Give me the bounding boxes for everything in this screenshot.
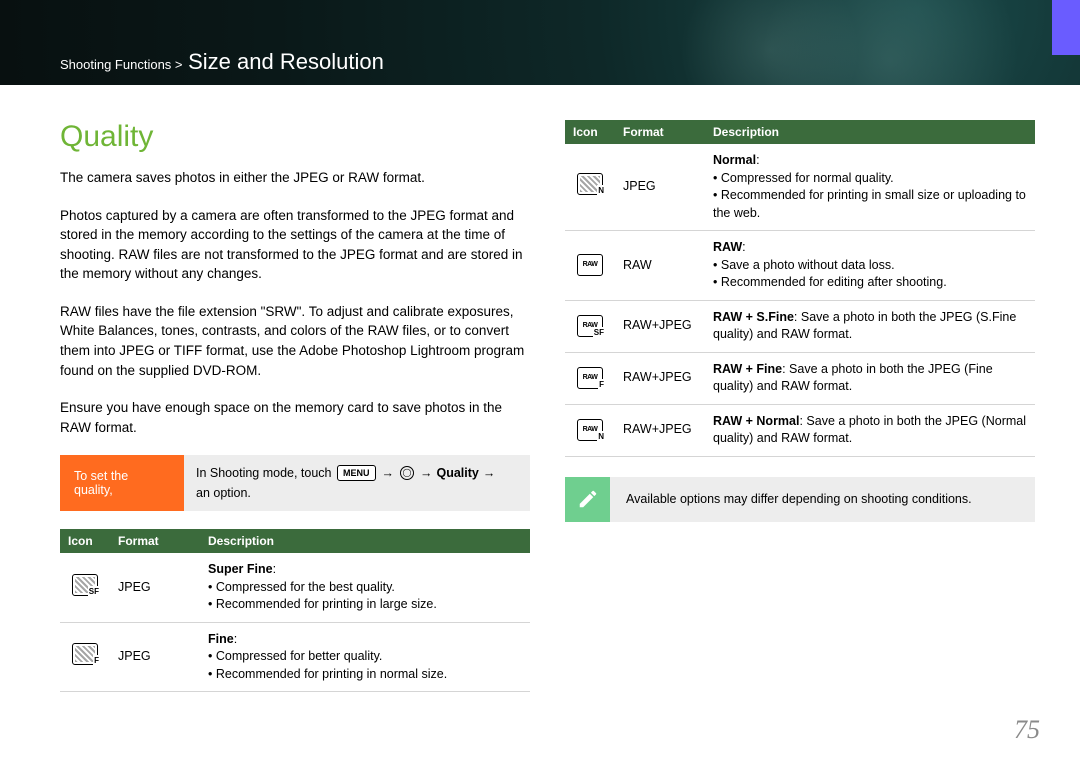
set-box-instructions: In Shooting mode, touch MENU → ◯ → Quali… <box>184 455 530 511</box>
bullet-list: Compressed for the best quality.Recommen… <box>208 579 522 614</box>
icon-cell: RAWN <box>565 404 615 456</box>
breadcrumb-prefix: Shooting Functions > <box>60 57 183 72</box>
format-cell: JPEG <box>615 144 705 231</box>
bullet-item: Compressed for better quality. <box>208 648 522 666</box>
description-cell: RAW + S.Fine: Save a photo in both the J… <box>705 300 1035 352</box>
quality-title: RAW + S.Fine <box>713 310 794 324</box>
format-cell: RAW+JPEG <box>615 352 705 404</box>
format-cell: JPEG <box>110 553 200 622</box>
quality-mode-icon: RAWSF <box>577 315 603 337</box>
icon-cell: RAWSF <box>565 300 615 352</box>
note-box: Available options may differ depending o… <box>565 477 1035 522</box>
pen-icon <box>565 477 610 522</box>
col-header-icon: Icon <box>60 529 110 553</box>
table-row: RAWF RAW+JPEGRAW + Fine: Save a photo in … <box>565 352 1035 404</box>
quality-title: Super Fine <box>208 562 273 576</box>
right-column: Icon Format Description N JPEGNormal:Comp… <box>565 120 1035 692</box>
col-header-format: Format <box>110 529 200 553</box>
icon-cell: N <box>565 144 615 231</box>
col-header-icon: Icon <box>565 120 615 144</box>
format-cell: JPEG <box>110 622 200 692</box>
description-cell: Normal:Compressed for normal quality.Rec… <box>705 144 1035 231</box>
table-row: SF JPEGSuper Fine:Compressed for the best… <box>60 553 530 622</box>
bullet-item: Save a photo without data loss. <box>713 257 1027 275</box>
col-header-description: Description <box>705 120 1035 144</box>
bullet-item: Recommended for printing in normal size. <box>208 666 522 684</box>
bullet-list: Save a photo without data loss.Recommend… <box>713 257 1027 292</box>
instr-suffix: an option. <box>196 484 251 503</box>
quality-title: Normal <box>713 153 756 167</box>
bullet-list: Compressed for better quality.Recommende… <box>208 648 522 683</box>
format-cell: RAW+JPEG <box>615 300 705 352</box>
bullet-list: Compressed for normal quality.Recommende… <box>713 170 1027 223</box>
camera-icon: ◯ <box>400 466 414 480</box>
col-header-format: Format <box>615 120 705 144</box>
quality-mode-icon: RAWN <box>577 419 603 441</box>
arrow-icon: → <box>483 464 496 483</box>
quality-title: RAW <box>713 240 742 254</box>
breadcrumb: Shooting Functions > Size and Resolution <box>60 49 384 75</box>
section-tab <box>1052 0 1080 55</box>
paragraph: Ensure you have enough space on the memo… <box>60 398 530 437</box>
paragraph: Photos captured by a camera are often tr… <box>60 206 530 284</box>
bullet-item: Compressed for the best quality. <box>208 579 522 597</box>
bullet-item: Recommended for printing in small size o… <box>713 187 1027 222</box>
quality-mode-icon: N <box>577 173 603 195</box>
left-column: Quality The camera saves photos in eithe… <box>60 120 530 692</box>
page-number: 75 <box>1014 715 1040 745</box>
paragraph: RAW files have the file extension "SRW".… <box>60 302 530 380</box>
quality-title: Fine <box>208 632 234 646</box>
quality-title: RAW + Fine <box>713 362 782 376</box>
arrow-icon: → <box>382 464 395 483</box>
section-heading: Quality <box>60 120 530 154</box>
menu-button-icon: MENU <box>337 465 376 481</box>
table-row: F JPEGFine:Compressed for better quality.… <box>60 622 530 692</box>
table-row: RAWN RAW+JPEGRAW + Normal: Save a photo i… <box>565 404 1035 456</box>
description-cell: RAW + Normal: Save a photo in both the J… <box>705 404 1035 456</box>
icon-cell: RAWF <box>565 352 615 404</box>
set-box-label: To set the quality, <box>60 455 184 511</box>
table-row: N JPEGNormal:Compressed for normal qualit… <box>565 144 1035 231</box>
quality-table-left: Icon Format Description SFJPEGSuper Fine… <box>60 529 530 692</box>
quality-mode-icon: RAW <box>577 254 603 276</box>
arrow-icon: → <box>420 464 433 483</box>
table-row: RAWRAWRAW:Save a photo without data loss… <box>565 231 1035 301</box>
description-cell: Super Fine:Compressed for the best quali… <box>200 553 530 622</box>
quality-mode-icon: F <box>72 643 98 665</box>
instr-prefix: In Shooting mode, touch <box>196 464 332 483</box>
quality-set-box: To set the quality, In Shooting mode, to… <box>60 455 530 511</box>
icon-cell: RAW <box>565 231 615 301</box>
page-header: Shooting Functions > Size and Resolution <box>0 0 1080 85</box>
quality-word: Quality <box>437 464 479 483</box>
description-cell: Fine:Compressed for better quality.Recom… <box>200 622 530 692</box>
quality-title: RAW + Normal <box>713 414 799 428</box>
table-row: RAWSF RAW+JPEGRAW + S.Fine: Save a photo … <box>565 300 1035 352</box>
bullet-item: Compressed for normal quality. <box>713 170 1027 188</box>
description-cell: RAW + Fine: Save a photo in both the JPE… <box>705 352 1035 404</box>
quality-mode-icon: RAWF <box>577 367 603 389</box>
quality-table-right: Icon Format Description N JPEGNormal:Comp… <box>565 120 1035 457</box>
bullet-item: Recommended for editing after shooting. <box>713 274 1027 292</box>
breadcrumb-title: Size and Resolution <box>188 49 384 74</box>
paragraph: The camera saves photos in either the JP… <box>60 168 530 188</box>
format-cell: RAW <box>615 231 705 301</box>
note-text: Available options may differ depending o… <box>610 484 988 514</box>
bullet-item: Recommended for printing in large size. <box>208 596 522 614</box>
format-cell: RAW+JPEG <box>615 404 705 456</box>
icon-cell: F <box>60 622 110 692</box>
description-cell: RAW:Save a photo without data loss.Recom… <box>705 231 1035 301</box>
icon-cell: SF <box>60 553 110 622</box>
quality-mode-icon: SF <box>72 574 98 596</box>
col-header-description: Description <box>200 529 530 553</box>
